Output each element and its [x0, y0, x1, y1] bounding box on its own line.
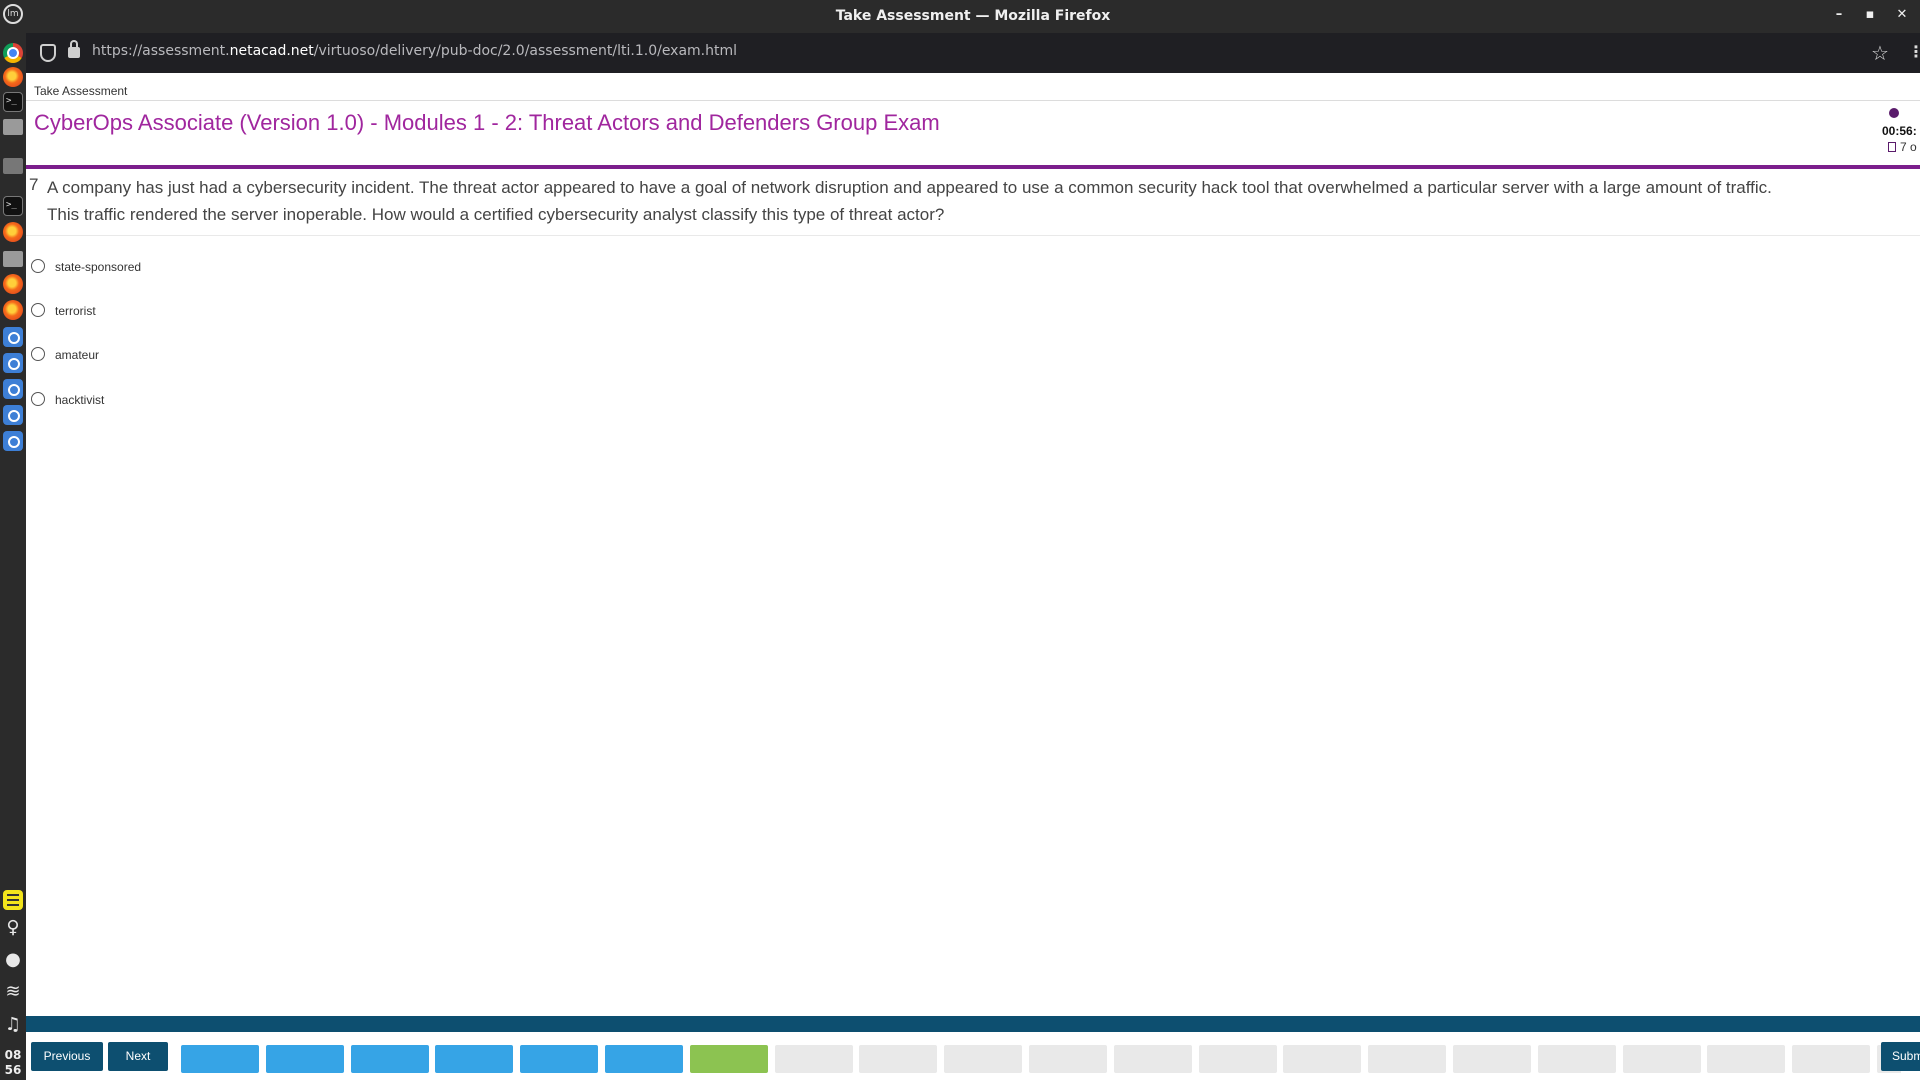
chrome-icon[interactable] [3, 43, 23, 63]
url-domain: netacad.net [229, 43, 314, 59]
overflow-menu-icon[interactable]: ⋮ [1908, 42, 1920, 61]
notes-icon[interactable] [3, 890, 23, 910]
radio-button[interactable] [31, 392, 45, 406]
answer-option-label[interactable]: hacktivist [55, 393, 104, 407]
clock-hour: 08 [4, 1048, 22, 1062]
url-path: /virtuoso/delivery/pub-doc/2.0/assessmen… [313, 43, 738, 59]
firefox-icon[interactable] [3, 274, 23, 294]
question-current-tile[interactable] [689, 1045, 768, 1073]
question-unanswered-tile[interactable] [1113, 1045, 1192, 1073]
question-unanswered-tile[interactable] [1283, 1045, 1362, 1073]
document-icon [1888, 142, 1896, 152]
answer-option[interactable]: terrorist [31, 299, 631, 329]
clock-icon [1889, 108, 1899, 118]
page-heading: Take Assessment [34, 84, 128, 98]
submit-button[interactable]: Submit [1881, 1042, 1920, 1071]
tracking-shield-icon[interactable] [40, 44, 56, 62]
desktop-panel: lm ♀ ● ≋ ♫ 08 56 [0, 0, 26, 1080]
heading-divider [26, 100, 1920, 101]
mint-menu-icon[interactable]: lm [3, 4, 23, 24]
radio-button[interactable] [31, 303, 45, 317]
clock-minute: 56 [4, 1063, 22, 1077]
question-unanswered-tile[interactable] [944, 1045, 1023, 1073]
question-unanswered-tile[interactable] [1029, 1045, 1107, 1073]
window-title: Take Assessment — Mozilla Firefox [835, 8, 1111, 24]
firefox-icon[interactable] [3, 222, 23, 242]
question-unanswered-tile[interactable] [1368, 1045, 1447, 1073]
question-counter: 7 o [1900, 140, 1917, 154]
radio-button[interactable] [31, 259, 45, 273]
answer-option[interactable]: hacktivist [31, 388, 631, 418]
panel-clock[interactable]: 08 56 [0, 1048, 26, 1078]
wifi-icon[interactable]: ≋ [3, 982, 23, 1002]
url-prefix: https://assessment. [92, 43, 230, 59]
question-unanswered-tile[interactable] [859, 1045, 938, 1073]
lightbulb-icon[interactable]: ♀ [3, 918, 23, 938]
lock-icon[interactable] [68, 40, 80, 58]
question-unanswered-tile[interactable] [1453, 1045, 1531, 1073]
header-accent-bar [26, 165, 1920, 169]
music-icon[interactable]: ♫ [3, 1015, 23, 1035]
firefox-icon[interactable] [3, 67, 23, 87]
question-pager [181, 1045, 1901, 1073]
firefox-icon[interactable] [3, 300, 23, 320]
question-number: 7 [29, 175, 39, 194]
screenshot-icon[interactable] [3, 431, 23, 451]
question-unanswered-tile[interactable] [774, 1045, 853, 1073]
next-button[interactable]: Next [108, 1042, 168, 1071]
exam-title: CyberOps Associate (Version 1.0) - Modul… [34, 110, 940, 135]
question-navigation-bar: Previous Next Submit [26, 1032, 1920, 1080]
maximize-button[interactable]: ▪ [1861, 7, 1879, 22]
close-button[interactable]: ✕ [1893, 7, 1911, 22]
window-icon[interactable] [3, 158, 23, 174]
minimize-button[interactable]: – [1830, 7, 1848, 22]
url-bar[interactable]: https://assessment.netacad.net/virtuoso/… [92, 43, 737, 59]
question-text: A company has just had a cybersecurity i… [47, 178, 1772, 224]
footer-stripe [26, 1016, 1920, 1032]
question-unanswered-tile[interactable] [1537, 1045, 1616, 1073]
folder-icon[interactable] [3, 119, 23, 135]
question-answered-tile[interactable] [350, 1045, 429, 1073]
question-unanswered-tile[interactable] [1198, 1045, 1277, 1073]
answer-option-label[interactable]: amateur [55, 348, 99, 362]
exam-page: Take Assessment CyberOps Associate (Vers… [26, 73, 1920, 1080]
bookmark-star-icon[interactable]: ☆ [1871, 41, 1889, 65]
question-answered-tile[interactable] [435, 1045, 514, 1073]
question-unanswered-tile[interactable] [1792, 1045, 1871, 1073]
user-icon[interactable]: ● [3, 950, 23, 970]
radio-button[interactable] [31, 347, 45, 361]
question-answered-tile[interactable] [605, 1045, 683, 1073]
question-unanswered-tile[interactable] [1707, 1045, 1786, 1073]
screenshot-icon[interactable] [3, 379, 23, 399]
answer-option[interactable]: state-sponsored [31, 255, 631, 285]
question-divider [26, 235, 1920, 236]
screenshot-icon[interactable] [3, 405, 23, 425]
terminal-icon[interactable] [3, 196, 23, 216]
question-answered-tile[interactable] [265, 1045, 344, 1073]
browser-navbar: https://assessment.netacad.net/virtuoso/… [26, 33, 1920, 73]
answer-option-label[interactable]: state-sponsored [55, 260, 141, 274]
question-answered-tile[interactable] [181, 1045, 259, 1073]
previous-button[interactable]: Previous [31, 1042, 103, 1071]
answer-option-label[interactable]: terrorist [55, 304, 96, 318]
window-titlebar: Take Assessment — Mozilla Firefox – ▪ ✕ [26, 0, 1920, 33]
question-unanswered-tile[interactable] [1622, 1045, 1701, 1073]
question-answered-tile[interactable] [520, 1045, 599, 1073]
screenshot-icon[interactable] [3, 327, 23, 347]
terminal-icon[interactable] [3, 92, 23, 112]
answer-option[interactable]: amateur [31, 343, 631, 373]
screenshot-icon[interactable] [3, 353, 23, 373]
timer-value: 00:56: [1882, 124, 1917, 138]
folder-icon[interactable] [3, 251, 23, 267]
